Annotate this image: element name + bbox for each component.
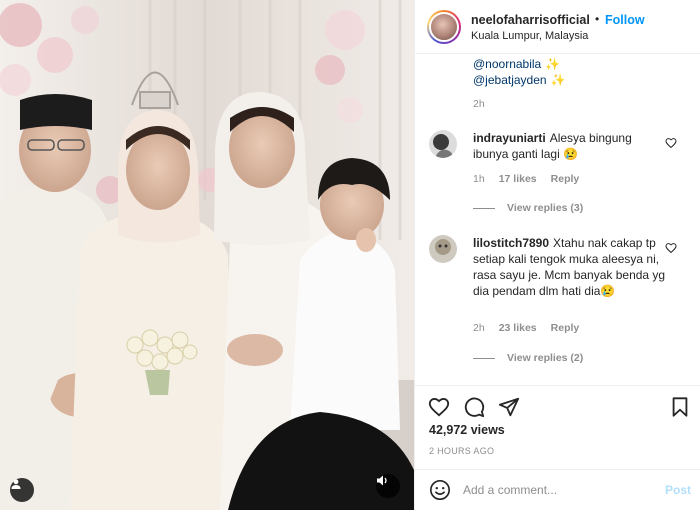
- sad-emoji: 😢: [600, 284, 616, 298]
- comment-input[interactable]: [463, 480, 653, 500]
- post-location[interactable]: Kuala Lumpur, Malaysia: [471, 30, 588, 42]
- comment-username[interactable]: lilostitch7890: [473, 236, 549, 250]
- like-comment-heart-icon[interactable]: [665, 137, 677, 149]
- caption-time: 2h: [473, 98, 485, 110]
- share-paper-plane-icon[interactable]: [498, 396, 520, 418]
- reply-button[interactable]: Reply: [551, 322, 580, 334]
- comment-body: lilostitch7890 Xtahu nak cakap tp setiap …: [473, 236, 666, 298]
- speaker-icon: [377, 475, 387, 486]
- like-comment-heart-icon[interactable]: [665, 242, 677, 254]
- post-timestamp: 2 HOURS AGO: [429, 446, 495, 456]
- post-video[interactable]: [0, 0, 414, 510]
- comment-bubble-icon[interactable]: [463, 396, 485, 418]
- caption-mention[interactable]: @noornabila ✨: [473, 57, 560, 71]
- comments-list[interactable]: @noornabila ✨ @jebatjayden ✨ 2h indrayunia…: [415, 55, 700, 385]
- view-replies-button[interactable]: View replies (2): [473, 352, 583, 364]
- comment-time: 1h: [473, 173, 485, 185]
- comment-likes[interactable]: 23 likes: [499, 322, 537, 334]
- post-side-panel: neelofaharrisofficial • Follow Kuala Lum…: [414, 0, 700, 510]
- comment-avatar[interactable]: [429, 235, 457, 263]
- author-username[interactable]: neelofaharrisofficial: [471, 13, 590, 27]
- like-heart-icon[interactable]: [428, 396, 450, 418]
- caption-mention[interactable]: @jebatjayden ✨: [473, 73, 566, 87]
- post-header: neelofaharrisofficial • Follow Kuala Lum…: [415, 0, 700, 54]
- sound-toggle-button[interactable]: [376, 474, 400, 498]
- person-icon: [11, 479, 21, 489]
- comment-avatar[interactable]: [429, 130, 457, 158]
- comment-likes[interactable]: 17 likes: [499, 173, 537, 185]
- view-count[interactable]: 42,972 views: [429, 423, 505, 437]
- view-replies-button[interactable]: View replies (3): [473, 202, 583, 214]
- emoji-icon[interactable]: [429, 479, 451, 501]
- instagram-post-modal: neelofaharrisofficial • Follow Kuala Lum…: [0, 0, 700, 510]
- comment-username[interactable]: indrayuniarti: [473, 131, 546, 145]
- header-separator: •: [595, 12, 600, 26]
- author-avatar[interactable]: [427, 10, 461, 44]
- follow-button[interactable]: Follow: [605, 13, 645, 27]
- user-tag-button[interactable]: [10, 478, 34, 502]
- sparkles-emoji: ✨: [545, 57, 561, 71]
- reply-button[interactable]: Reply: [551, 173, 580, 185]
- sad-emoji: 😢: [563, 147, 579, 161]
- comment-meta: 1h 17 likes Reply: [473, 173, 593, 185]
- comment-body: indrayuniarti Alesya bingung ibunya ganti…: [473, 131, 632, 161]
- sparkles-emoji: ✨: [550, 73, 566, 87]
- comment-time: 2h: [473, 322, 485, 334]
- comment-meta: 2h 23 likes Reply: [473, 322, 593, 334]
- video-frame: [0, 0, 414, 510]
- add-comment-bar: Post: [415, 469, 700, 510]
- post-comment-button[interactable]: Post: [665, 483, 691, 497]
- save-bookmark-icon[interactable]: [669, 396, 691, 418]
